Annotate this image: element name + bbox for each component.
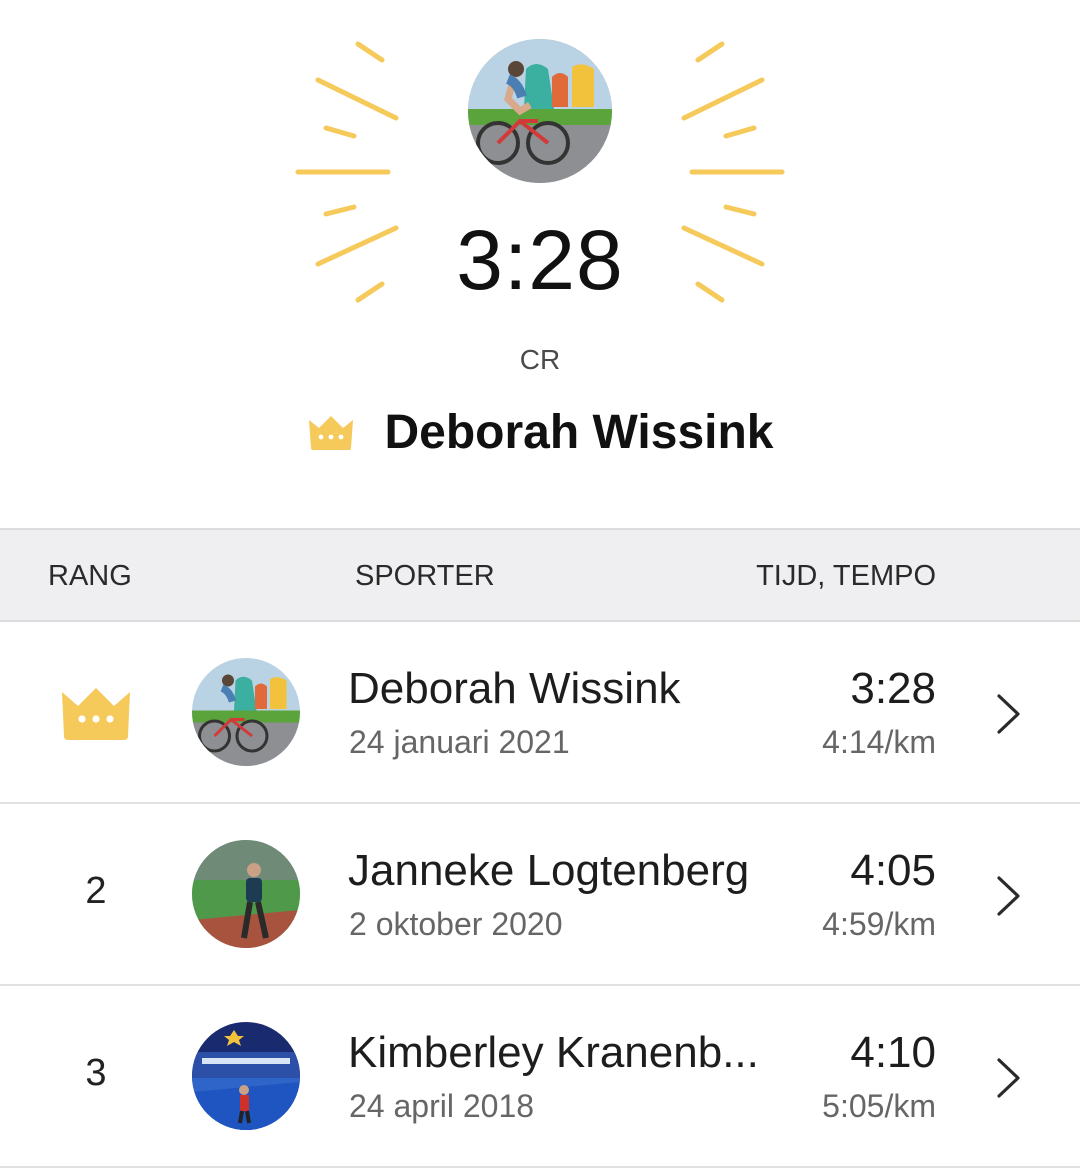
crown-icon — [62, 688, 130, 740]
chevron-right-icon[interactable] — [990, 692, 1026, 736]
effort-time: 3:28 — [850, 664, 936, 713]
effort-pace: 5:05/km — [822, 1088, 936, 1124]
rank-number: 2 — [85, 870, 107, 912]
rank-number: 3 — [85, 1052, 107, 1094]
athlete-column-header: SPORTER — [355, 560, 495, 592]
rank-column-header: RANG — [48, 560, 132, 592]
record-holder-name[interactable]: Deborah Wissink — [385, 405, 774, 460]
athlete-avatar[interactable] — [192, 658, 300, 766]
record-time: 3:28 — [456, 213, 624, 307]
time-pace-column-header: TIJD, TEMPO — [756, 560, 936, 592]
runner-photo-avatar — [192, 840, 300, 948]
effort-time: 4:10 — [850, 1028, 936, 1077]
athlete-avatar[interactable] — [192, 840, 300, 948]
chevron-right-icon[interactable] — [990, 874, 1026, 918]
chevron-right-icon[interactable] — [990, 1056, 1026, 1100]
effort-time: 4:05 — [850, 846, 936, 895]
effort-pace: 4:14/km — [822, 724, 936, 760]
activity-date: 24 april 2018 — [349, 1088, 535, 1124]
athlete-avatar[interactable] — [192, 1022, 300, 1130]
leaderboard-row[interactable]: 3 Kimberley Kranenb... 24 april 2018 4:1… — [0, 986, 1080, 1168]
crown-icon — [308, 416, 353, 450]
effort-pace: 4:59/km — [822, 906, 936, 942]
course-record-label: CR — [519, 344, 561, 375]
activity-date: 24 januari 2021 — [349, 724, 570, 760]
cyclist-photo-avatar — [468, 39, 612, 183]
cyclist-photo-avatar — [192, 658, 300, 766]
athlete-name: Janneke Logtenberg — [348, 846, 750, 895]
record-holder: Deborah Wissink — [0, 400, 1080, 464]
record-hero: 3:28 CR Deborah Wissink — [0, 0, 1080, 528]
finish-line-photo-avatar — [192, 1022, 300, 1130]
athlete-name: Kimberley Kranenb... — [348, 1028, 759, 1077]
leaderboard-header: RANG SPORTER TIJD, TEMPO — [0, 528, 1080, 622]
hero-athlete-avatar[interactable] — [468, 39, 612, 183]
activity-date: 2 oktober 2020 — [349, 906, 563, 942]
leaderboard-row[interactable]: Deborah Wissink 24 januari 2021 3:28 4:1… — [0, 622, 1080, 804]
athlete-name: Deborah Wissink — [348, 664, 681, 713]
leaderboard-row[interactable]: 2 Janneke Logtenberg 2 oktober 2020 4:05… — [0, 804, 1080, 986]
